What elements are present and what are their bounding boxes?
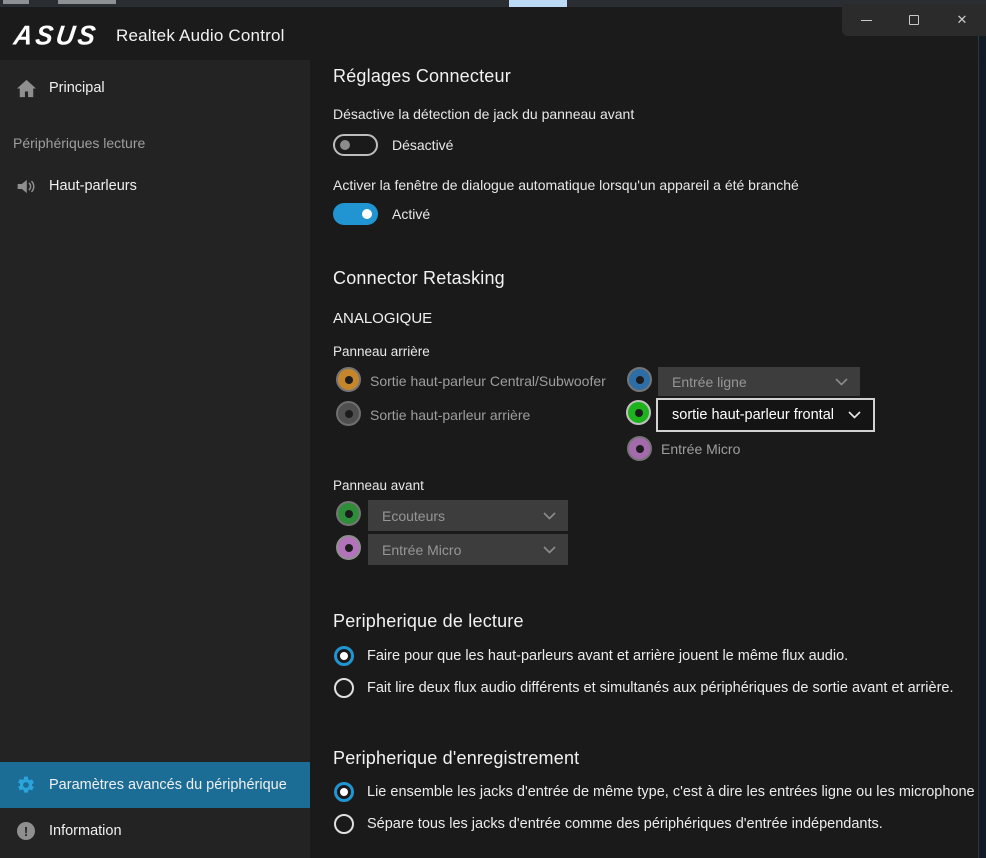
dropdown-value: Entrée ligne: [672, 374, 747, 390]
headphones-dropdown[interactable]: Ecouteurs: [368, 500, 568, 531]
playback-option-row: Faire pour que les haut-parleurs avant e…: [334, 646, 848, 666]
line-in-dropdown[interactable]: Entrée ligne: [658, 367, 860, 396]
jack-icon-headphones: [336, 501, 361, 526]
radio-label: Faire pour que les haut-parleurs avant e…: [367, 648, 848, 664]
sidebar-item-label: Information: [49, 823, 122, 839]
app-window: ASUS Realtek Audio Control ✕ Principal P…: [0, 0, 986, 858]
auto-popup-state: Activé: [392, 206, 430, 222]
sidebar-item-advanced-device-settings[interactable]: Paramètres avancés du périphérique: [0, 762, 310, 808]
playback-option-row: Fait lire deux flux audio différents et …: [334, 678, 954, 698]
section-title-connector-retasking: Connector Retasking: [333, 268, 505, 289]
front-panel-label: Panneau avant: [333, 478, 424, 493]
sidebar-item-speakers[interactable]: Haut-parleurs: [0, 166, 310, 206]
maximize-button[interactable]: [890, 4, 938, 36]
maximize-icon: [909, 15, 919, 25]
rear-jack-label: Sortie haut-parleur Central/Subwoofer: [370, 373, 606, 389]
radio-label: Fait lire deux flux audio différents et …: [367, 680, 954, 696]
jack-detection-toggle[interactable]: [333, 134, 378, 156]
chevron-down-icon: [543, 512, 556, 520]
gear-icon: [15, 775, 37, 795]
chevron-down-icon: [835, 378, 848, 386]
jack-detection-label: Désactive la détection de jack du pannea…: [333, 106, 634, 122]
dropdown-value: Entrée Micro: [382, 542, 461, 558]
section-title-playback-device: Peripherique de lecture: [333, 611, 524, 632]
jack-icon-front-speaker-out: [626, 400, 651, 425]
chevron-down-icon: [848, 411, 861, 419]
toggle-knob: [362, 209, 372, 219]
background-text-fragment: [58, 0, 116, 4]
radio-label: Sépare tous les jacks d'entrée comme des…: [367, 816, 883, 832]
close-icon: ✕: [957, 12, 968, 28]
jack-icon-mic-in: [627, 436, 652, 461]
sidebar-item-information[interactable]: ! Information: [0, 808, 310, 854]
dropdown-value: Ecouteurs: [382, 508, 445, 524]
home-icon: [15, 79, 37, 98]
toggle-knob: [340, 140, 350, 150]
front-speaker-out-dropdown[interactable]: sortie haut-parleur frontal: [656, 398, 875, 432]
radio-selected[interactable]: [334, 782, 354, 802]
jack-icon-center-subwoofer: [336, 367, 361, 392]
rear-jack-label: Sortie haut-parleur arrière: [370, 407, 530, 423]
radio-label: Lie ensemble les jacks d'entrée de même …: [367, 784, 975, 800]
background-window-strip: [0, 0, 986, 7]
sidebar-item-principal[interactable]: Principal: [0, 68, 310, 108]
auto-popup-toggle-row: Activé: [333, 203, 430, 225]
minimize-button[interactable]: [842, 4, 890, 36]
info-icon: !: [15, 822, 37, 840]
analog-label: ANALOGIQUE: [333, 310, 432, 327]
radio-unselected[interactable]: [334, 814, 354, 834]
section-title-connector-settings: Réglages Connecteur: [333, 66, 511, 87]
recording-option-row: Lie ensemble les jacks d'entrée de même …: [334, 782, 975, 802]
app-title: Realtek Audio Control: [116, 26, 285, 46]
sidebar-item-label: Haut-parleurs: [49, 178, 137, 194]
minimize-icon: [861, 20, 872, 21]
titlebar: ASUS Realtek Audio Control: [0, 7, 978, 60]
radio-unselected[interactable]: [334, 678, 354, 698]
background-highlight-fragment: [509, 0, 567, 7]
jack-icon-front-mic: [336, 535, 361, 560]
chevron-down-icon: [543, 546, 556, 554]
background-window-edge: [978, 36, 986, 858]
jack-detection-state: Désactivé: [392, 137, 453, 153]
jack-icon-rear-speaker: [336, 401, 361, 426]
jack-detection-toggle-row: Désactivé: [333, 134, 453, 156]
sidebar: Principal Périphériques lecture Haut-par…: [0, 60, 310, 858]
sidebar-item-label: Paramètres avancés du périphérique: [49, 777, 287, 793]
jack-icon-line-in: [627, 367, 652, 392]
background-text-fragment: [3, 0, 29, 4]
dropdown-value: sortie haut-parleur frontal: [672, 407, 834, 423]
rear-panel-label: Panneau arrière: [333, 344, 430, 359]
sidebar-item-label: Principal: [49, 80, 105, 96]
speaker-icon: [15, 178, 37, 195]
sidebar-section-playback-devices: Périphériques lecture: [13, 135, 145, 151]
auto-popup-label: Activer la fenêtre de dialogue automatiq…: [333, 177, 799, 193]
asus-logo: ASUS: [12, 19, 101, 52]
front-mic-dropdown[interactable]: Entrée Micro: [368, 534, 568, 565]
section-title-recording-device: Peripherique d'enregistrement: [333, 748, 579, 769]
recording-option-row: Sépare tous les jacks d'entrée comme des…: [334, 814, 883, 834]
close-button[interactable]: ✕: [938, 4, 986, 36]
radio-selected[interactable]: [334, 646, 354, 666]
window-controls: ✕: [842, 4, 986, 36]
auto-popup-toggle[interactable]: [333, 203, 378, 225]
mic-in-label: Entrée Micro: [661, 441, 740, 457]
